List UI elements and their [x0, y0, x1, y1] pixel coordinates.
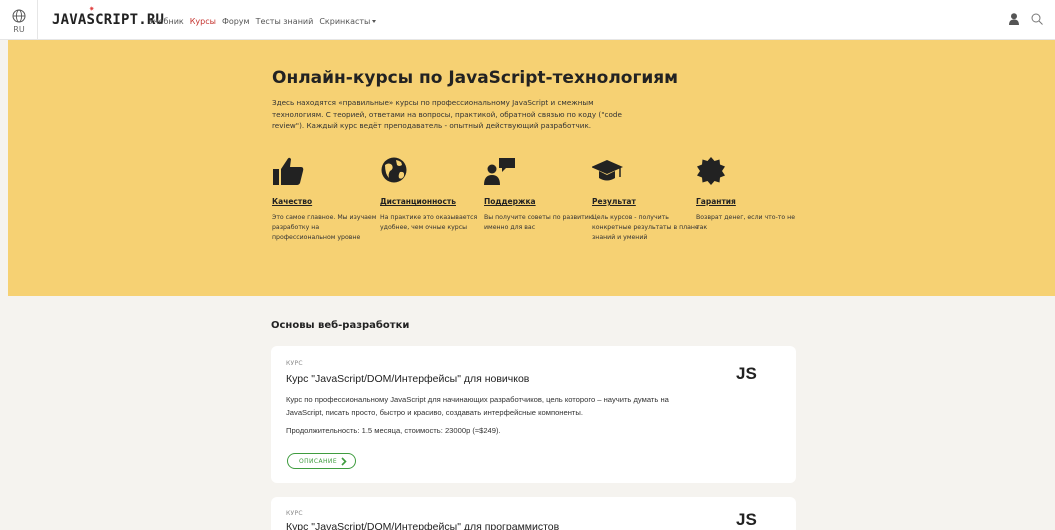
js-badge: JS [736, 364, 757, 383]
graduation-cap-icon [592, 160, 623, 181]
feature-remote: Дистанционность На практике это оказывае… [380, 156, 490, 233]
nav-item-quizzes[interactable]: Тесты знаний [256, 17, 314, 26]
feature-text: Это самое главное. Мы изучаем разработку… [272, 214, 377, 242]
course-title[interactable]: Курс "JavaScript/DOM/Интерфейсы" для нов… [286, 373, 529, 385]
support-icon [484, 158, 515, 185]
feature-text: Цель курсов - получить конкретные резуль… [592, 214, 699, 242]
course-label: КУРС [286, 510, 303, 517]
feature-title[interactable]: Поддержка [484, 197, 594, 206]
section-title: Основы веб-разработки [271, 320, 410, 331]
nav-item-tutorial[interactable]: Учебник [149, 17, 184, 26]
globe-icon [381, 157, 407, 183]
course-title[interactable]: Курс "JavaScript/DOM/Интерфейсы" для про… [286, 521, 559, 530]
course-card[interactable]: КУРС Курс "JavaScript/DOM/Интерфейсы" дл… [271, 346, 796, 483]
site-logo[interactable]: JAVASCRIPT.RU ✷ [52, 4, 165, 28]
feature-title[interactable]: Дистанционность [380, 197, 490, 206]
hero-description: Здесь находятся «правильные» курсы по пр… [272, 98, 622, 130]
feature-title[interactable]: Результат [592, 197, 702, 206]
hero-banner: Онлайн-курсы по JavaScript-технологиям З… [8, 40, 1055, 296]
feature-guarantee: Гарантия Возврат денег, если что-то не т… [696, 156, 806, 233]
feature-text: Вы получите советы по развитию именно дл… [484, 214, 595, 232]
nav-item-forum[interactable]: Форум [222, 17, 250, 26]
feature-title[interactable]: Гарантия [696, 197, 806, 206]
feature-text: Возврат денег, если что-то не так [696, 214, 796, 232]
language-switcher[interactable]: RU [0, 0, 38, 40]
language-code: RU [13, 25, 25, 34]
feature-text: На практике это оказывается удобнее, чем… [380, 214, 478, 232]
description-button-label: ОПИСАНИЕ [299, 458, 338, 465]
course-label: КУРС [286, 360, 303, 367]
nav-item-screencasts[interactable]: Скринкасты [319, 17, 377, 26]
user-icon[interactable] [1009, 13, 1019, 25]
page-title: Онлайн-курсы по JavaScript-технологиям [272, 68, 679, 88]
nav-screencasts-label: Скринкасты [319, 17, 371, 26]
thumbs-up-icon [273, 157, 304, 185]
feature-support: Поддержка Вы получите советы по развитию… [484, 156, 594, 233]
logo-star-icon: ✷ [89, 4, 95, 14]
main-nav: Учебник Курсы Форум Тесты знаний Скринкасты [149, 17, 382, 26]
course-description: Курс по профессиональному JavaScript для… [286, 395, 669, 417]
search-icon[interactable] [1031, 13, 1043, 25]
course-duration: Продолжительность: 1.5 месяца, стоимость… [286, 426, 501, 435]
feature-title[interactable]: Качество [272, 197, 382, 206]
feature-result: Результат Цель курсов - получить конкрет… [592, 156, 702, 244]
chevron-right-icon [341, 457, 347, 466]
certificate-icon [697, 157, 725, 185]
js-badge: JS [736, 510, 757, 529]
globe-icon [12, 9, 26, 23]
top-navbar: RU JAVASCRIPT.RU ✷ Учебник Курсы Форум Тест… [0, 0, 1055, 40]
logo-text: JAVASCRIPT.RU [52, 12, 165, 28]
nav-item-courses[interactable]: Курсы [190, 17, 216, 26]
description-button[interactable]: ОПИСАНИЕ [287, 453, 356, 469]
course-card[interactable]: КУРС Курс "JavaScript/DOM/Интерфейсы" дл… [271, 497, 796, 530]
feature-quality: Качество Это самое главное. Мы изучаем р… [272, 156, 382, 244]
chevron-down-icon [372, 20, 377, 23]
